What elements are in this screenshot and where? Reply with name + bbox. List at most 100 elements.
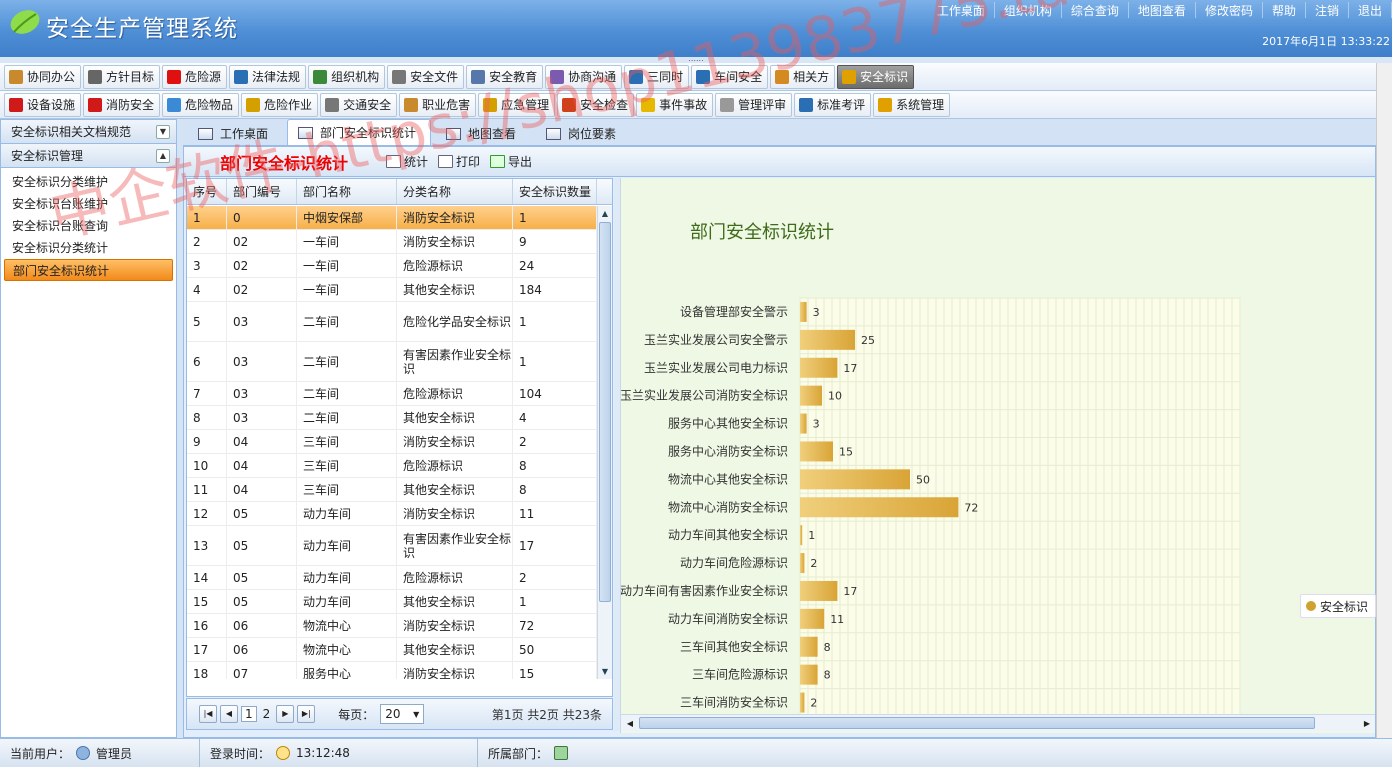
prev-page-icon[interactable]: ◀ xyxy=(220,705,238,723)
top-link-3[interactable]: 地图查看 xyxy=(1129,2,1196,18)
menu1-item-7[interactable]: 协商沟通 xyxy=(545,64,623,89)
column-header[interactable]: 分类名称 xyxy=(397,179,513,204)
grid-vertical-scrollbar[interactable]: ▲ ▼ xyxy=(597,206,612,679)
page-1-button[interactable]: 1 xyxy=(241,706,257,722)
menu2-item-5[interactable]: 职业危害 xyxy=(399,92,477,117)
sidebar-item-4[interactable]: 部门安全标识统计 xyxy=(4,259,173,281)
scroll-thumb[interactable] xyxy=(639,717,1315,729)
next-page-icon[interactable]: ▶ xyxy=(276,705,295,723)
table-row[interactable]: 7 03 二车间 危险源标识 104 xyxy=(187,382,597,406)
column-header[interactable]: 部门编号 xyxy=(227,179,297,204)
table-row[interactable]: 16 06 物流中心 消防安全标识 72 xyxy=(187,614,597,638)
menu1-item-3[interactable]: 法律法规 xyxy=(229,64,307,89)
top-link-7[interactable]: 退出 xyxy=(1349,2,1392,18)
sidebar-item-2[interactable]: 安全标识台账查询 xyxy=(1,215,176,237)
menu1-item-2[interactable]: 危险源 xyxy=(162,64,228,89)
table-row[interactable]: 12 05 动力车间 消防安全标识 11 xyxy=(187,502,597,526)
data-label: 11 xyxy=(830,613,844,626)
menu2-item-1[interactable]: 消防安全 xyxy=(83,92,161,117)
column-header[interactable]: 部门名称 xyxy=(297,179,397,204)
table-row[interactable]: 14 05 动力车间 危险源标识 2 xyxy=(187,566,597,590)
data-label: 50 xyxy=(916,473,930,486)
table-row[interactable]: 5 03 二车间 危险化学品安全标识 1 xyxy=(187,302,597,342)
column-header[interactable]: 安全标识数量 xyxy=(513,179,597,204)
page-2-button[interactable]: 2 xyxy=(260,707,274,721)
table-row[interactable]: 2 02 一车间 消防安全标识 9 xyxy=(187,230,597,254)
page-size-select[interactable]: 20 ▼ xyxy=(380,704,425,724)
table-row[interactable]: 3 02 一车间 危险源标识 24 xyxy=(187,254,597,278)
column-header[interactable]: 序号 xyxy=(187,179,227,204)
table-row[interactable]: 13 05 动力车间 有害因素作业安全标识 17 xyxy=(187,526,597,566)
table-row[interactable]: 17 06 物流中心 其他安全标识 50 xyxy=(187,638,597,662)
category-label: 动力车间危险源标识 xyxy=(680,555,788,570)
top-link-0[interactable]: 工作桌面 xyxy=(928,2,995,18)
menu1-item-11[interactable]: 安全标识 xyxy=(837,64,915,89)
top-link-1[interactable]: 组织机构 xyxy=(995,2,1062,18)
table-row[interactable]: 15 05 动力车间 其他安全标识 1 xyxy=(187,590,597,614)
tab-0[interactable]: 工作桌面 xyxy=(187,121,283,145)
scroll-thumb[interactable] xyxy=(599,222,611,602)
expand-icon[interactable]: ▼ xyxy=(156,124,170,139)
menu2-item-icon xyxy=(404,97,419,112)
table-row[interactable]: 4 02 一车间 其他安全标识 184 xyxy=(187,278,597,302)
grid-body[interactable]: 1 0 中烟安保部 消防安全标识 1 2 02 一车间 消防安全标识 9 3 02 一车间 危险源标识 24… xyxy=(187,206,597,679)
window-scrollbar[interactable] xyxy=(1376,63,1392,738)
top-link-4[interactable]: 修改密码 xyxy=(1196,2,1263,18)
table-cell: 消防安全标识 xyxy=(397,502,513,525)
menu2-item-3[interactable]: 危险作业 xyxy=(241,92,319,117)
menu1-item-9[interactable]: 车间安全 xyxy=(691,64,769,89)
table-row[interactable]: 10 04 三车间 危险源标识 8 xyxy=(187,454,597,478)
table-row[interactable]: 9 04 三车间 消防安全标识 2 xyxy=(187,430,597,454)
table-cell: 三车间 xyxy=(297,478,397,501)
menu2-item-9[interactable]: 管理评审 xyxy=(715,92,793,117)
table-row[interactable]: 8 03 二车间 其他安全标识 4 xyxy=(187,406,597,430)
top-link-2[interactable]: 综合查询 xyxy=(1062,2,1129,18)
top-link-6[interactable]: 注销 xyxy=(1306,2,1349,18)
table-row[interactable]: 11 04 三车间 其他安全标识 8 xyxy=(187,478,597,502)
tab-2[interactable]: 地图查看 xyxy=(435,121,531,145)
menu2-item-8[interactable]: 事件事故 xyxy=(636,92,714,117)
scroll-right-icon[interactable]: ▶ xyxy=(1360,717,1374,730)
menu2-item-2[interactable]: 危险物品 xyxy=(162,92,240,117)
menu2-item-11[interactable]: 系统管理 xyxy=(873,92,951,117)
last-page-icon[interactable]: ▶| xyxy=(297,705,316,723)
stat-button[interactable]: 统计 xyxy=(386,153,428,170)
tab-1[interactable]: 部门安全标识统计 xyxy=(287,119,432,145)
tab-3[interactable]: 岗位要素 xyxy=(535,121,631,145)
menu1-item-0[interactable]: 协同办公 xyxy=(4,64,82,89)
export-button[interactable]: 导出 xyxy=(490,153,532,170)
menu1-item-8[interactable]: 三同时 xyxy=(624,64,690,89)
menu1-item-4[interactable]: 组织机构 xyxy=(308,64,386,89)
table-row[interactable]: 6 03 二车间 有害因素作业安全标识 1 xyxy=(187,342,597,382)
menu2-item-icon xyxy=(88,97,103,112)
scroll-down-icon[interactable]: ▼ xyxy=(599,665,611,678)
menu1-item-1[interactable]: 方针目标 xyxy=(83,64,161,89)
top-link-5[interactable]: 帮助 xyxy=(1263,2,1306,18)
category-label: 动力车间消防安全标识 xyxy=(668,611,788,626)
menu2-item-0[interactable]: 设备设施 xyxy=(4,92,82,117)
menu2-item-6[interactable]: 应急管理 xyxy=(478,92,556,117)
status-dept: 所属部门： xyxy=(478,739,574,767)
menu1-item-5[interactable]: 安全文件 xyxy=(387,64,465,89)
sidebar-group-manage[interactable]: 安全标识管理 ▲ xyxy=(1,144,176,168)
data-label: 72 xyxy=(964,501,978,514)
sidebar-group-docs[interactable]: 安全标识相关文档规范 ▼ xyxy=(1,120,176,144)
collapse-icon[interactable]: ▲ xyxy=(156,148,170,163)
table-row[interactable]: 1 0 中烟安保部 消防安全标识 1 xyxy=(187,206,597,230)
sidebar-item-1[interactable]: 安全标识台账维护 xyxy=(1,193,176,215)
scroll-up-icon[interactable]: ▲ xyxy=(599,207,611,220)
scroll-left-icon[interactable]: ◀ xyxy=(623,717,637,730)
category-label: 设备管理部安全警示 xyxy=(680,304,788,319)
sidebar-item-0[interactable]: 安全标识分类维护 xyxy=(1,171,176,193)
menu1-item-10[interactable]: 相关方 xyxy=(770,64,836,89)
menu2-item-4[interactable]: 交通安全 xyxy=(320,92,398,117)
menu2-item-10[interactable]: 标准考评 xyxy=(794,92,872,117)
chart-horizontal-scrollbar[interactable]: ◀ ▶ xyxy=(621,714,1375,731)
table-row[interactable]: 18 07 服务中心 消防安全标识 15 xyxy=(187,662,597,679)
user-name: 管理员 xyxy=(96,746,133,761)
sidebar-item-3[interactable]: 安全标识分类统计 xyxy=(1,237,176,259)
first-page-icon[interactable]: |◀ xyxy=(199,705,217,723)
menu1-item-6[interactable]: 安全教育 xyxy=(466,64,544,89)
print-button[interactable]: 打印 xyxy=(438,153,480,170)
menu2-item-7[interactable]: 安全检查 xyxy=(557,92,635,117)
